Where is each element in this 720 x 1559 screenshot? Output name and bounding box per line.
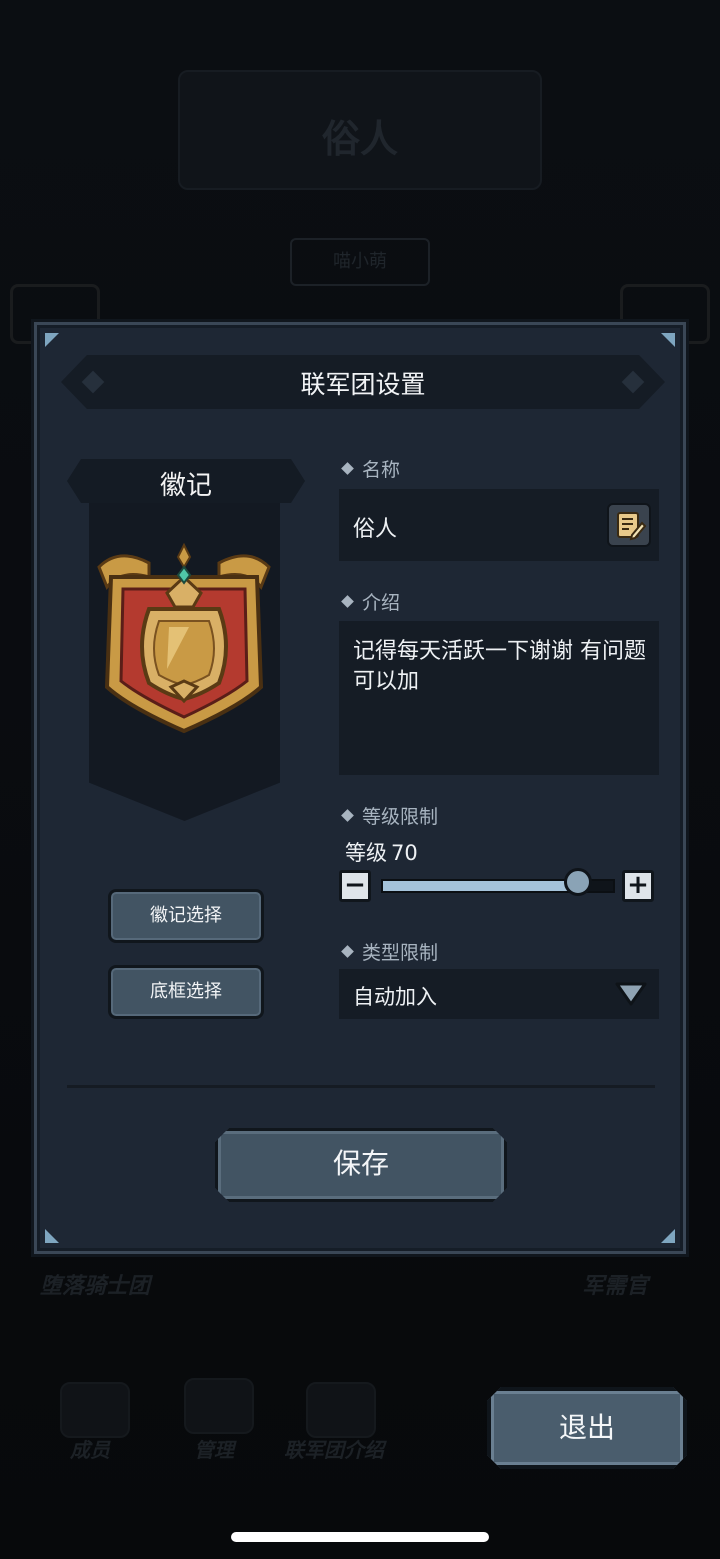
intro-label: 介绍 [341,588,401,615]
tab-intro: 联军团介绍 [284,1438,384,1462]
diamond-bullet-icon [341,945,354,958]
intro-label-text: 介绍 [362,592,401,614]
background-leader-name: 喵小萌 [290,238,430,286]
emblem-header: 徽记 [67,459,305,503]
name-label-text: 名称 [362,459,401,481]
save-button[interactable]: 保存 [215,1128,507,1202]
guild-settings-dialog: 联军团设置 徽记 徽记选择 底框选择 名称 俗人 介绍 记得每天活跃一下谢谢 有… [34,322,686,1254]
level-value: 70 [391,841,418,865]
exit-button[interactable]: 退出 [487,1387,687,1469]
tab-manage: 管理 [194,1438,234,1462]
corner-ornament [45,1229,59,1243]
intro-value: 记得每天活跃一下谢谢 有问题可以加 [353,639,646,694]
divider [67,1085,655,1088]
home-indicator [231,1532,489,1542]
select-frame-button[interactable]: 底框选择 [108,965,264,1019]
background-guild-name: 俗人 [321,117,398,161]
edit-name-button[interactable] [607,503,651,547]
diamond-bullet-icon [341,462,354,475]
dialog-title: 联军团设置 [300,370,426,399]
members-icon [60,1382,130,1438]
background-left-label: 堕落骑士团 [40,1274,151,1299]
level-slider-fill [383,881,577,891]
level-limit-label: 等级限制 [341,802,439,829]
edit-pencil-icon [617,512,647,541]
type-limit-label-text: 类型限制 [362,942,439,964]
dialog-title-bar: 联军团设置 [61,355,665,409]
level-prefix: 等级 [345,841,387,865]
corner-ornament [661,333,675,347]
intro-scroll-icon [306,1382,376,1438]
level-increase-button[interactable]: + [622,870,654,902]
manage-icon [184,1378,254,1434]
diamond-bullet-icon [341,809,354,822]
guild-emblem-icon [97,542,271,734]
emblem-header-label: 徽记 [159,471,212,501]
join-type-value: 自动加入 [353,985,437,1009]
tab-members: 成员 [70,1438,110,1462]
corner-ornament [45,333,59,347]
level-slider-handle[interactable] [563,868,592,896]
select-emblem-button[interactable]: 徽记选择 [108,889,264,943]
intro-textarea[interactable]: 记得每天活跃一下谢谢 有问题可以加 [339,621,659,775]
dropdown-arrow-icon [615,982,647,1006]
join-type-dropdown[interactable]: 自动加入 [339,969,659,1019]
name-label: 名称 [341,455,401,482]
level-limit-label-text: 等级限制 [362,806,439,828]
level-decrease-button[interactable]: − [339,870,371,902]
name-value: 俗人 [353,517,398,542]
type-limit-label: 类型限制 [341,938,439,965]
background-right-label: 军需官 [582,1274,649,1299]
diamond-bullet-icon [341,595,354,608]
name-field[interactable]: 俗人 [339,489,659,561]
corner-ornament [661,1229,675,1243]
level-readout: 等级 70 [341,837,418,867]
